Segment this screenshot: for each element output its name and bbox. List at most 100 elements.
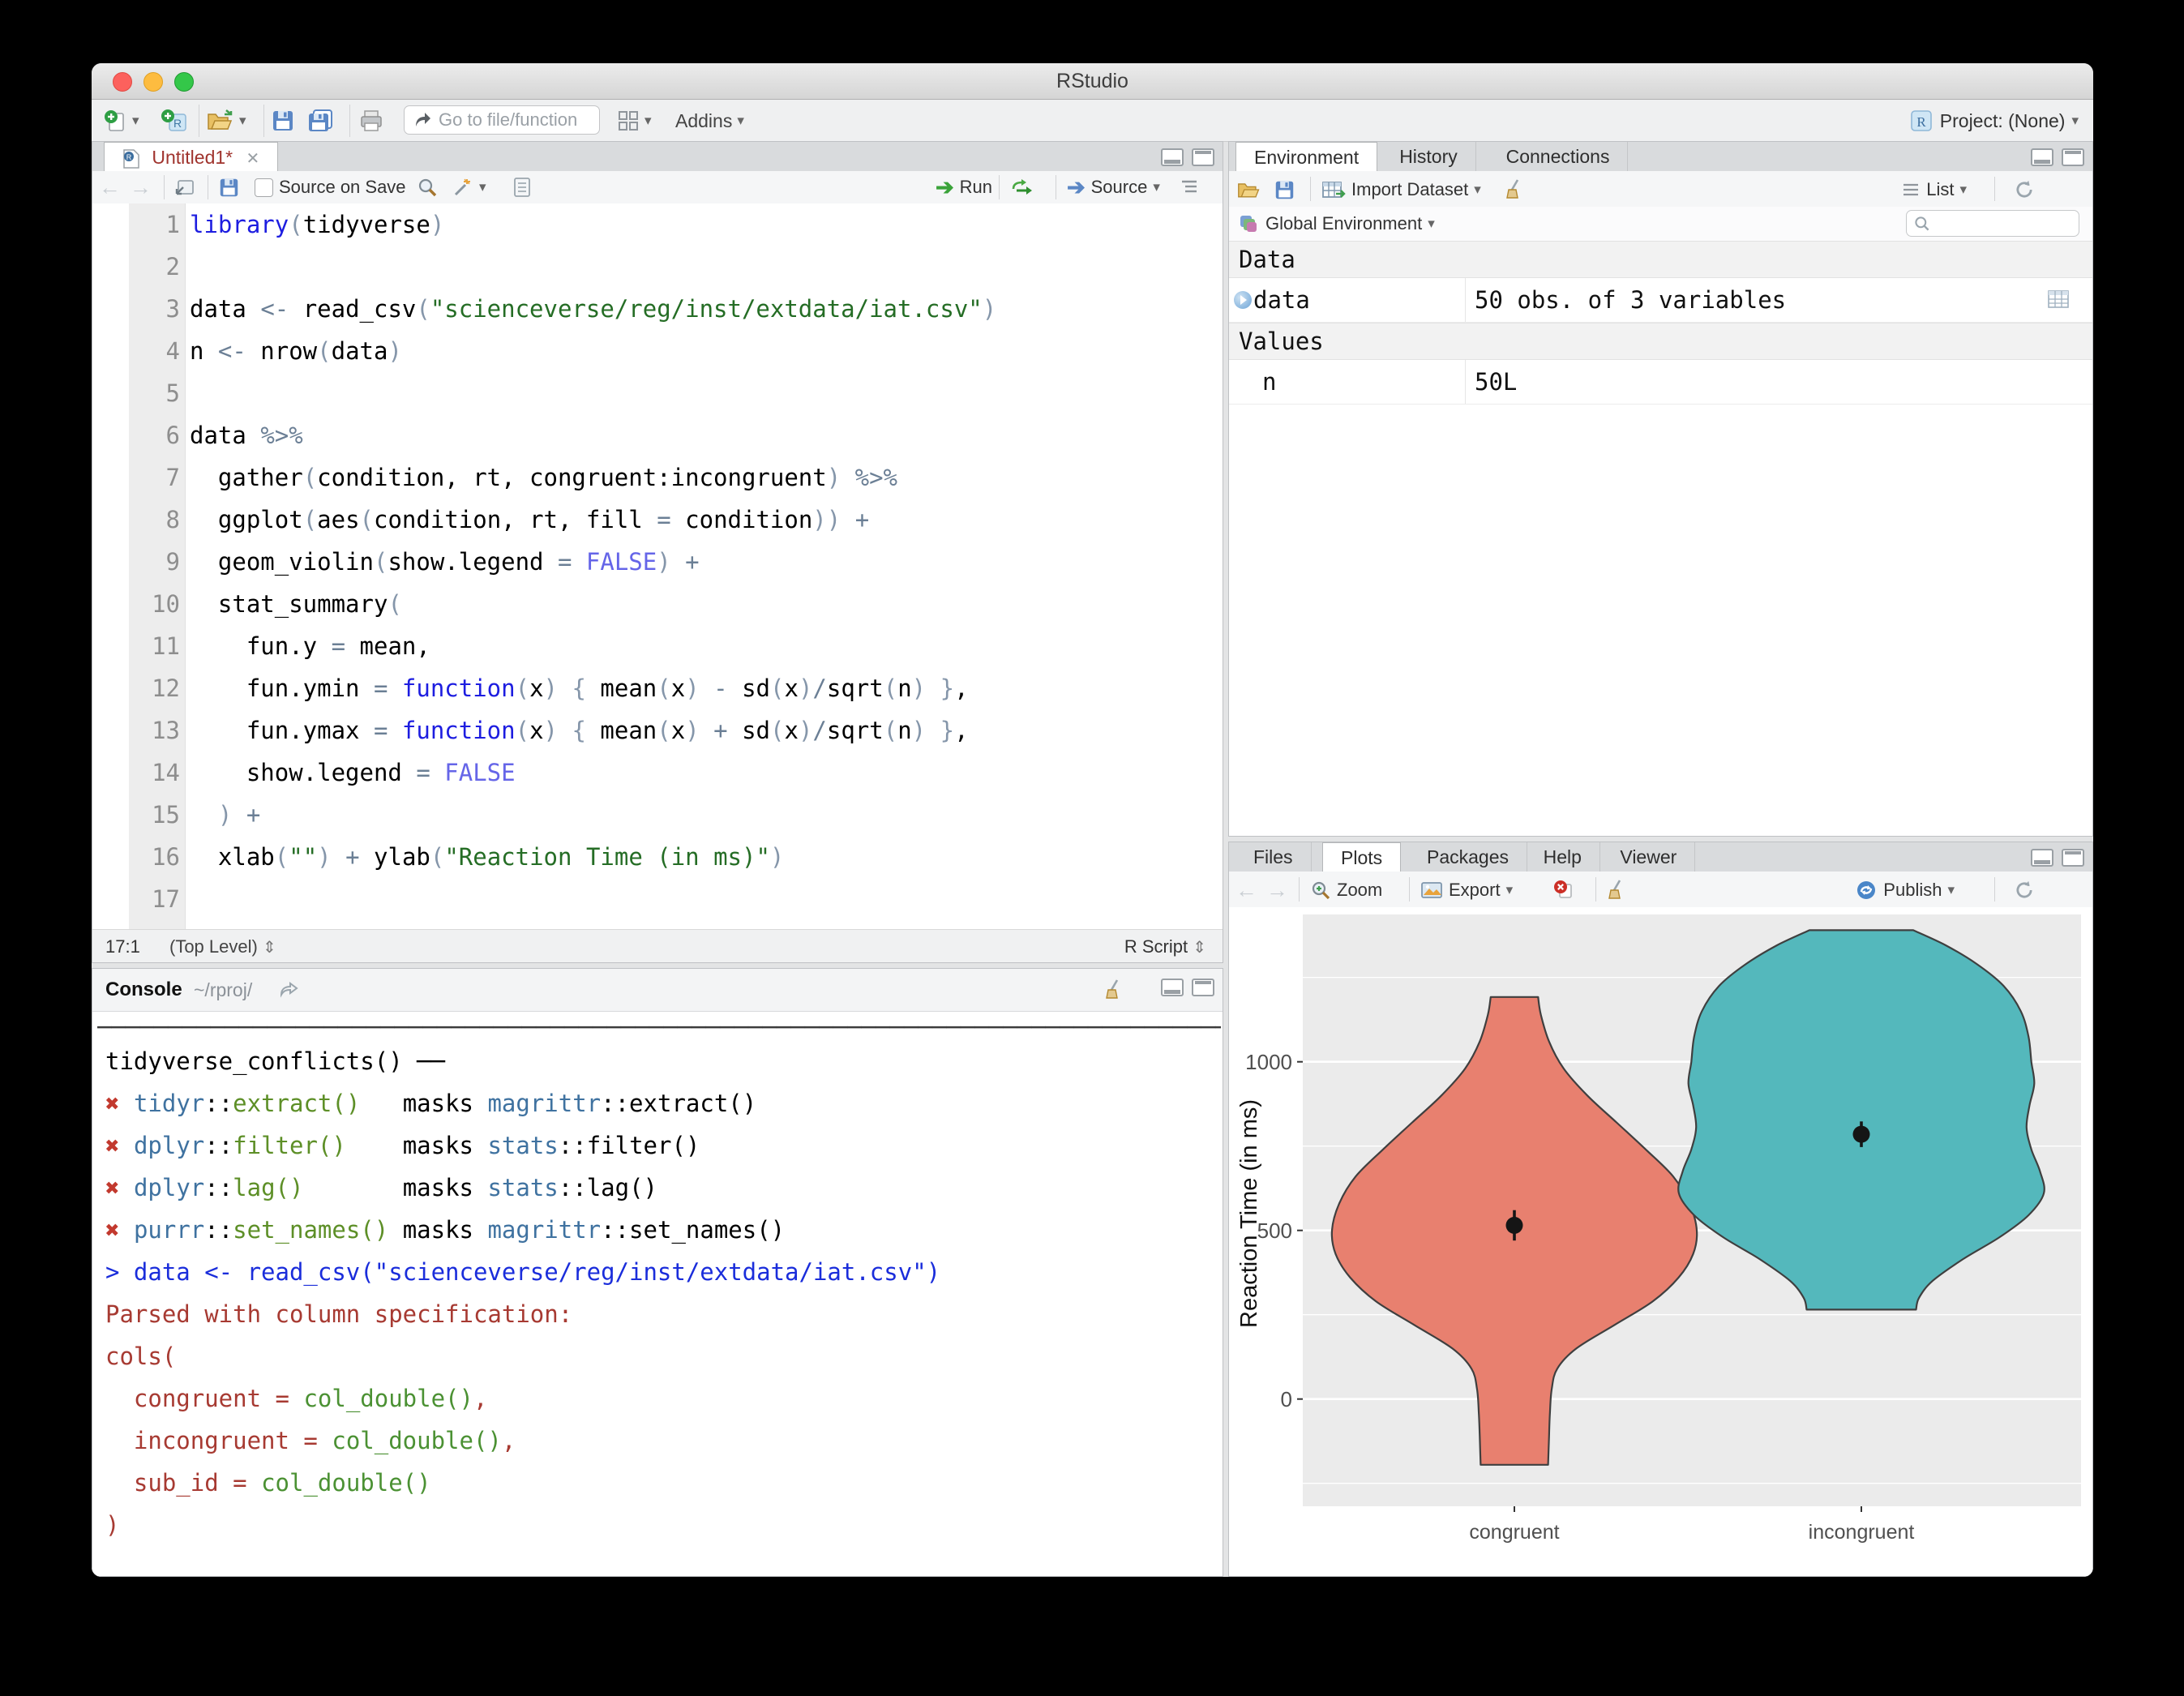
addins-button[interactable]: Addins ▾ <box>675 106 744 135</box>
nav-forward-button[interactable]: → <box>130 174 152 200</box>
editor-line[interactable]: 12 fun.ymin = function(x) { mean(x) - sd… <box>92 667 1223 709</box>
print-button[interactable] <box>359 106 383 135</box>
project-menu[interactable]: R Project: (None) ▾ <box>1909 106 2079 135</box>
maximize-pane-icon[interactable] <box>1192 979 1214 996</box>
scope-selector[interactable]: (Top Level) ⇕ <box>169 936 276 957</box>
console-output[interactable]: tidyverse_conflicts() ── ✖ tidyr::extract… <box>105 1040 1219 1576</box>
env-object-row[interactable]: data 50 obs. of 3 variables <box>1229 278 2092 323</box>
find-replace-button[interactable] <box>417 174 438 200</box>
editor-line[interactable]: 13 fun.ymax = function(x) { mean(x) + sd… <box>92 709 1223 752</box>
nav-back-button[interactable]: ← <box>99 174 121 200</box>
save-all-button[interactable] <box>307 106 333 135</box>
tab-untitled1[interactable]: R Untitled1* ✕ <box>104 142 279 173</box>
editor-line[interactable]: 17 <box>92 878 1223 920</box>
rerun-button[interactable] <box>1008 174 1033 200</box>
editor-line[interactable]: 8 ggplot(aes(condition, rt, fill = condi… <box>92 499 1223 541</box>
editor-line[interactable]: 5 <box>92 372 1223 414</box>
editor-line[interactable]: 6 data %>% <box>92 414 1223 456</box>
save-source-button[interactable] <box>219 174 239 200</box>
maximize-pane-icon[interactable] <box>1192 148 1214 166</box>
tab-help[interactable]: Help <box>1526 842 1600 872</box>
publish-button[interactable]: Publish ▾ <box>1855 877 1955 903</box>
editor-line[interactable]: 15 ) + <box>92 794 1223 836</box>
editor-line[interactable]: 11 fun.y = mean, <box>92 625 1223 667</box>
editor-line[interactable]: 1 library(tidyverse) <box>92 203 1223 246</box>
compile-notebook-button[interactable] <box>512 174 532 200</box>
file-type-selector[interactable]: R Script ⇕ <box>1124 936 1206 957</box>
editor-line[interactable]: 3 data <- read_csv("scienceverse/reg/inst… <box>92 288 1223 330</box>
tab-environment[interactable]: Environment <box>1235 142 1378 173</box>
source-button[interactable]: ➔ Source ▾ <box>1067 174 1160 200</box>
open-file-button[interactable]: ▾ <box>207 106 246 135</box>
refresh-plot-button[interactable] <box>2013 877 2036 903</box>
next-plot-button[interactable]: → <box>1266 877 1288 903</box>
save-workspace-button[interactable] <box>1274 177 1295 203</box>
rerun-icon <box>1008 178 1033 197</box>
maximize-pane-icon[interactable] <box>2062 849 2084 867</box>
new-file-button[interactable]: ▾ <box>103 106 139 135</box>
environment-search-input[interactable] <box>1906 210 2079 237</box>
toolbar-separator <box>263 105 264 137</box>
new-project-button[interactable]: R <box>160 106 187 135</box>
view-table-icon[interactable] <box>2047 289 2070 309</box>
export-plot-button[interactable]: Export ▾ <box>1420 877 1513 903</box>
compile-report-button[interactable]: ▾ <box>617 106 652 135</box>
minimize-pane-icon[interactable] <box>2031 849 2053 867</box>
tab-history[interactable]: History <box>1381 142 1476 171</box>
goto-arrow-icon <box>413 110 432 130</box>
plot-viewer[interactable]: 0 500 1000 congruent incongruent Reaction Tim… <box>1229 907 2092 1576</box>
line-number: 17 <box>152 885 180 913</box>
tab-files[interactable]: Files <box>1235 842 1312 872</box>
zoom-plot-button[interactable]: Zoom <box>1310 877 1382 903</box>
minimize-pane-icon[interactable] <box>1161 148 1184 166</box>
tab-viewer[interactable]: Viewer <box>1602 842 1696 872</box>
addins-caret-icon: ▾ <box>737 113 744 128</box>
code-tools-button[interactable]: ▾ <box>452 174 486 200</box>
global-environment-selector[interactable]: Global Environment ▾ <box>1237 211 1435 237</box>
tab-packages[interactable]: Packages <box>1409 842 1528 872</box>
editor-line[interactable]: 14 show.legend = FALSE <box>92 752 1223 794</box>
remove-plot-button[interactable] <box>1553 877 1574 903</box>
project-caret-icon: ▾ <box>2071 113 2079 128</box>
new-project-icon: R <box>160 108 187 134</box>
env-object-row[interactable]: n 50L <box>1229 360 2092 405</box>
editor-line[interactable]: 9 geom_violin(show.legend = FALSE) + <box>92 541 1223 583</box>
back-arrow-icon: ← <box>1235 877 1257 902</box>
refresh-environment-button[interactable] <box>2013 177 2036 203</box>
previous-plot-button[interactable]: ← <box>1235 877 1257 903</box>
console-title: Console <box>105 979 182 1000</box>
clear-plots-button[interactable] <box>1607 877 1628 903</box>
list-view-selector[interactable]: List ▾ <box>1901 177 1967 203</box>
editor-line[interactable]: 16 xlab("") + ylab("Reaction Time (in ms… <box>92 836 1223 878</box>
console-line: sub_id = col_double() <box>105 1469 431 1497</box>
tab-plots[interactable]: Plots <box>1322 842 1402 873</box>
clear-environment-button[interactable] <box>1505 177 1526 203</box>
refresh-icon <box>2013 178 2036 201</box>
goto-directory-icon[interactable] <box>279 980 300 998</box>
expand-object-icon[interactable] <box>1234 291 1252 309</box>
tab-connections[interactable]: Connections <box>1488 142 1629 171</box>
editor-line[interactable]: 4n <- nrow(data) <box>92 330 1223 372</box>
close-tab-icon[interactable]: ✕ <box>246 150 260 168</box>
editor-line[interactable]: 10 stat_summary( <box>92 583 1223 625</box>
minimize-pane-icon[interactable] <box>1161 979 1184 996</box>
goto-file-search[interactable]: Go to file/function <box>404 105 600 135</box>
editor-line[interactable]: 2 <box>92 246 1223 288</box>
code-editor[interactable]: 1 library(tidyverse) 2 3 data <- read_csv("s… <box>92 203 1223 930</box>
maximize-pane-icon[interactable] <box>2062 148 2084 166</box>
svg-text:congruent: congruent <box>1469 1521 1559 1544</box>
list-icon <box>1901 181 1921 199</box>
save-button[interactable] <box>272 106 294 135</box>
toolbar-separator <box>1994 877 1995 902</box>
editor-line[interactable]: 7 gather(condition, rt, congruent:incong… <box>92 456 1223 499</box>
outline-button[interactable] <box>1179 174 1200 200</box>
open-folder-icon <box>207 109 234 132</box>
load-workspace-button[interactable] <box>1237 177 1261 203</box>
source-on-save-checkbox[interactable]: Source on Save <box>255 174 406 200</box>
minimize-pane-icon[interactable] <box>2031 148 2053 166</box>
run-button[interactable]: ➔ Run <box>936 174 992 200</box>
popout-button[interactable] <box>173 174 195 200</box>
clear-console-broom-icon[interactable] <box>1104 979 1125 1001</box>
import-dataset-button[interactable]: Import Dataset ▾ <box>1321 177 1481 203</box>
console-working-directory: ~/rproj/ <box>194 979 253 1000</box>
